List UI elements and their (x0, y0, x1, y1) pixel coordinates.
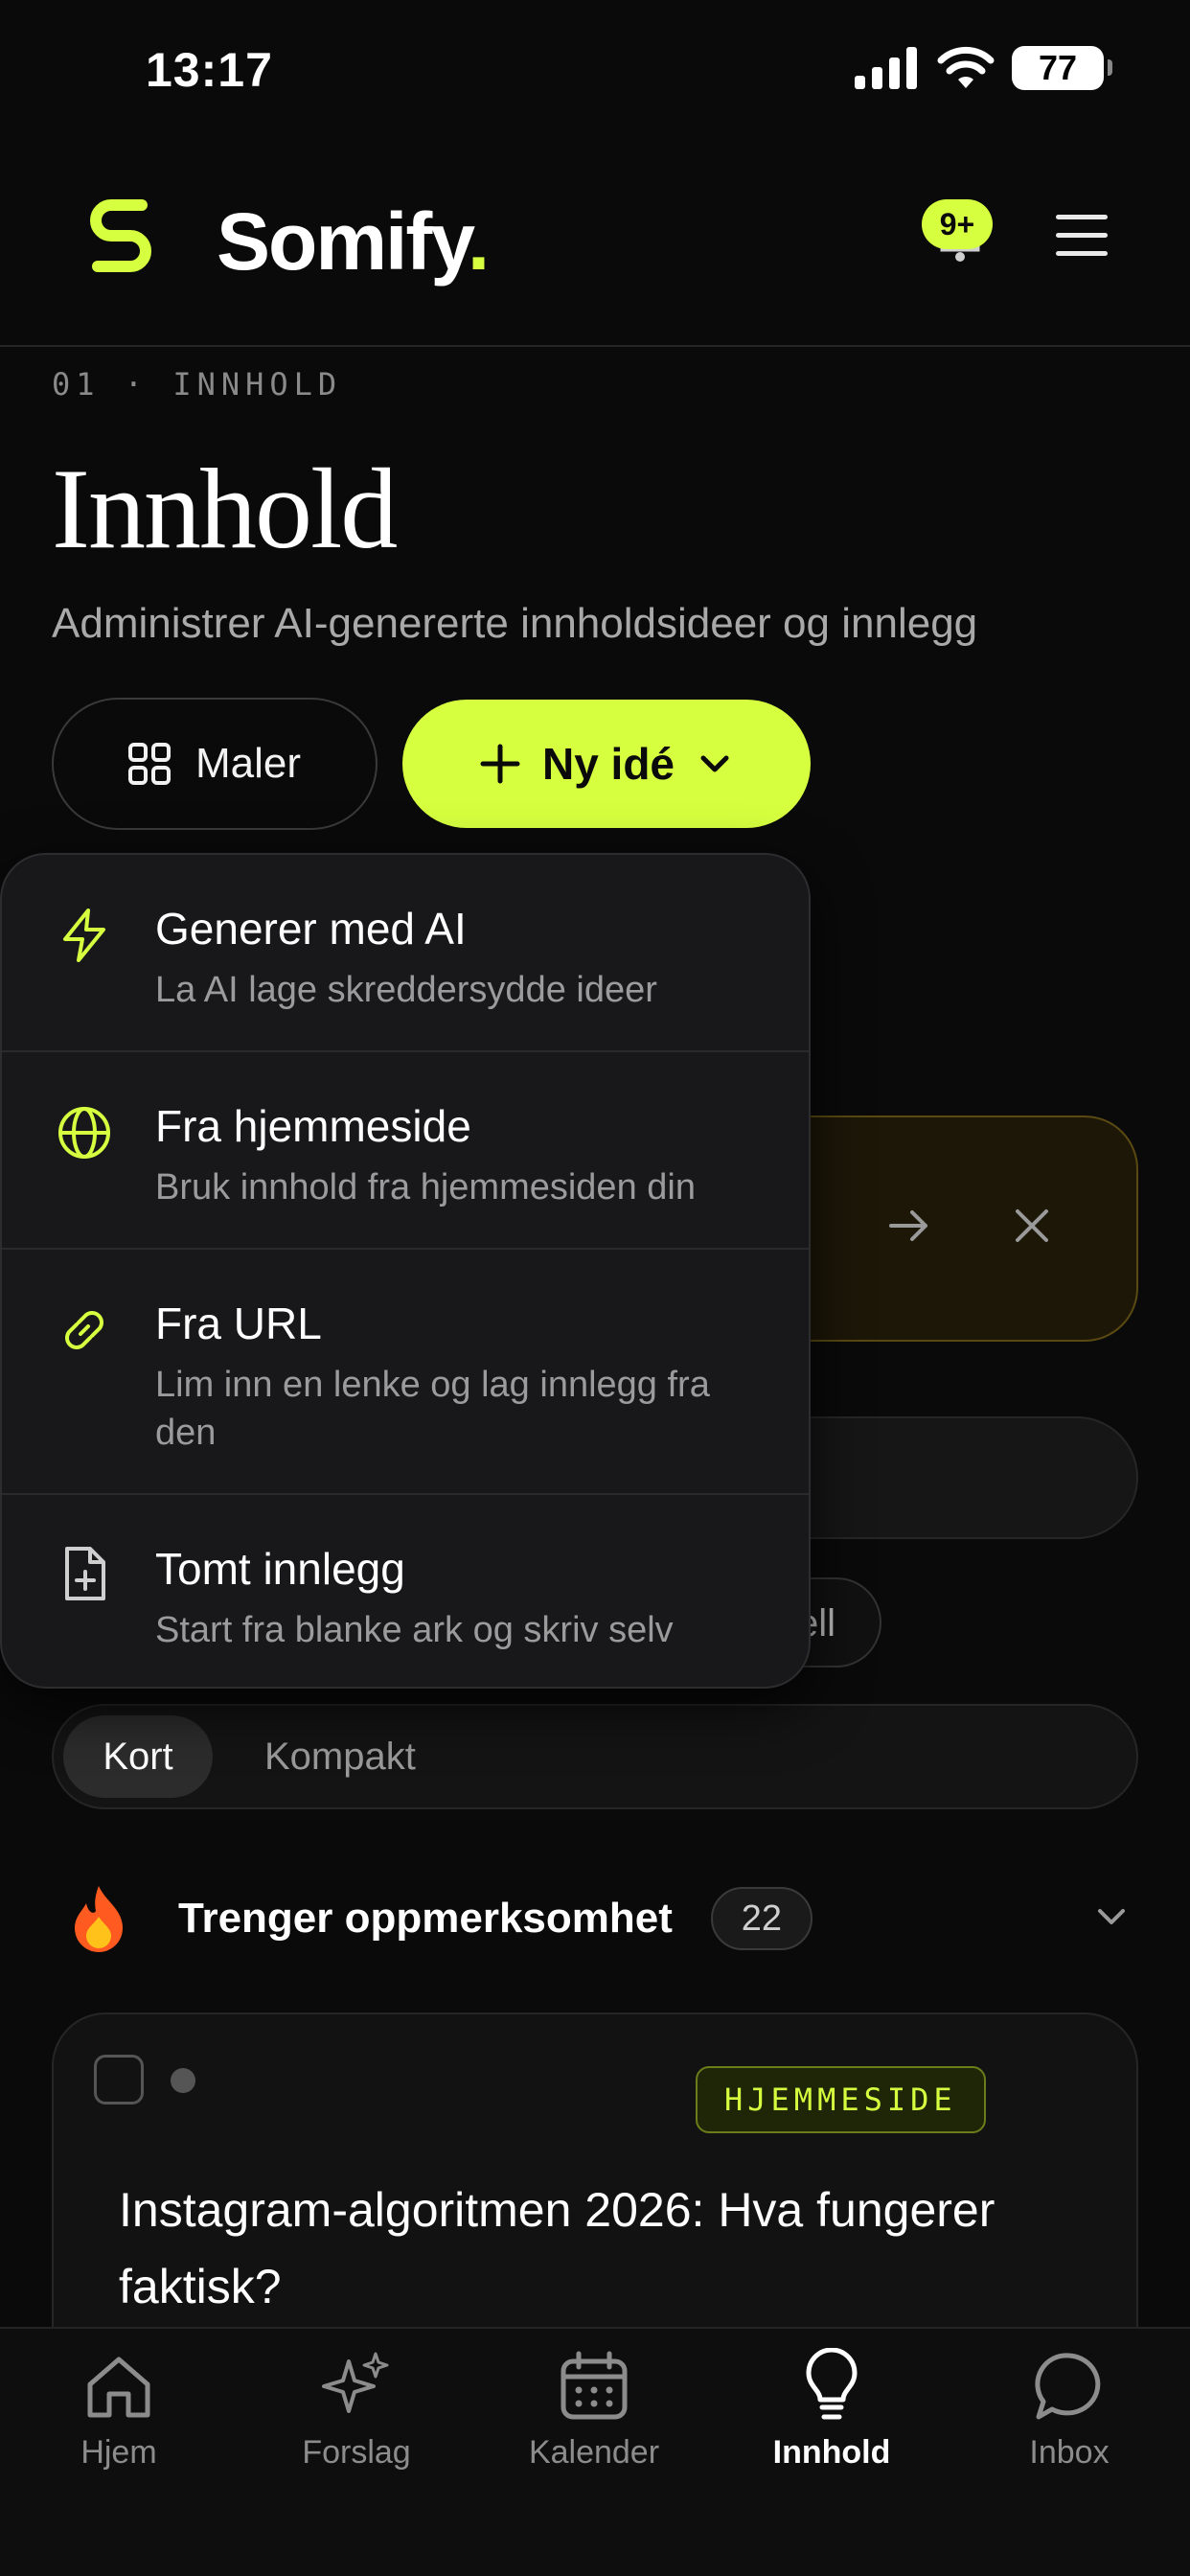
page-title: Innhold (52, 445, 398, 572)
source-badge: HJEMMESIDE (696, 2066, 986, 2133)
chat-icon (1035, 2353, 1101, 2420)
nav-item-home[interactable]: Hjem (4, 2348, 234, 2472)
menu-item-from-website[interactable]: Fra hjemmeside Bruk innhold fra hjemmesi… (2, 1052, 809, 1250)
calendar-icon (561, 2351, 628, 2420)
link-icon (65, 1311, 103, 1349)
lightning-icon (63, 908, 105, 962)
home-icon (87, 2357, 150, 2418)
battery-level: 77 (1038, 48, 1078, 87)
section-title: Trenger oppmerksomhet (178, 1895, 673, 1942)
menu-item-generate-ai[interactable]: Generer med AI La AI lage skreddersydde … (2, 855, 809, 1052)
notification-badge: 9+ (922, 199, 993, 249)
status-dot (171, 2068, 195, 2093)
fire-icon (75, 1886, 123, 1952)
nav-item-inbox[interactable]: Inbox (954, 2348, 1184, 2472)
bottom-navigation: Hjem Forslag Kalender Innhold Inbox (0, 2327, 1190, 2576)
hamburger-menu-icon[interactable] (1056, 215, 1108, 257)
nav-label: Inbox (1029, 2434, 1110, 2471)
nav-label: Kalender (528, 2434, 660, 2471)
menu-item-from-url[interactable]: Fra URL Lim inn en lenke og lag innlegg … (2, 1250, 809, 1495)
templates-button[interactable]: Maler (52, 698, 378, 830)
menu-item-desc: Lim inn en lenke og lag innlegg fra den (155, 1365, 710, 1453)
grid-icon (127, 743, 171, 785)
view-toggle: Kort Kompakt (52, 1704, 1138, 1809)
chevron-down-icon[interactable] (1092, 1898, 1131, 1936)
menu-item-desc: Start fra blanke ark og skriv selv (155, 1610, 674, 1650)
nav-label: Innhold (772, 2434, 891, 2471)
post-title: Instagram-algoritmen 2026: Hva fungerer … (119, 2183, 995, 2313)
plus-icon (480, 744, 520, 784)
nav-label: Forslag (302, 2434, 411, 2471)
brand-name: Somify. (217, 196, 490, 287)
wifi-icon (937, 46, 995, 88)
nav-item-suggestions[interactable]: Forslag (241, 2348, 471, 2472)
new-idea-button[interactable]: Ny idé (402, 700, 811, 828)
attention-section-header[interactable]: Trenger oppmerksomhet 22 (67, 1878, 1131, 1959)
notifications-button[interactable]: 9+ (922, 196, 998, 272)
menu-item-title: Fra hjemmeside (155, 1101, 471, 1151)
close-icon[interactable] (1010, 1204, 1054, 1248)
arrow-right-icon[interactable] (887, 1204, 931, 1248)
somify-logo-icon (90, 199, 151, 272)
file-plus-icon (65, 1547, 105, 1600)
new-idea-label: Ny idé (541, 739, 675, 789)
sparkles-icon (322, 2352, 389, 2413)
status-icons: 77 (855, 46, 1112, 90)
page-subtitle: Administrer AI-genererte innholdsideer o… (52, 600, 978, 647)
menu-item-title: Fra URL (155, 1299, 322, 1348)
select-checkbox[interactable] (94, 2055, 144, 2104)
menu-item-title: Tomt innlegg (155, 1544, 405, 1594)
view-toggle-card[interactable]: Kort (63, 1715, 213, 1798)
lightbulb-icon (806, 2348, 858, 2420)
menu-item-desc: La AI lage skreddersydde ideer (155, 970, 657, 1010)
menu-item-desc: Bruk innhold fra hjemmesiden din (155, 1167, 696, 1208)
section-eyebrow: 01 · INNHOLD (52, 366, 343, 402)
menu-item-empty-post[interactable]: Tomt innlegg Start fra blanke ark og skr… (2, 1495, 809, 1687)
status-time: 13:17 (146, 43, 273, 97)
globe-icon (58, 1107, 110, 1159)
signal-icon (855, 47, 917, 89)
view-toggle-compact[interactable]: Kompakt (264, 1715, 416, 1798)
templates-label: Maler (195, 740, 302, 787)
menu-item-title: Generer med AI (155, 904, 467, 954)
header-divider (0, 345, 1190, 347)
section-count-badge: 22 (710, 1887, 812, 1950)
nav-item-calendar[interactable]: Kalender (479, 2348, 709, 2472)
nav-item-content[interactable]: Innhold (717, 2348, 947, 2472)
battery-indicator: 77 (1012, 46, 1112, 90)
chevron-down-icon (700, 755, 729, 772)
new-idea-dropdown: Generer med AI La AI lage skreddersydde … (0, 853, 811, 1689)
nav-label: Hjem (80, 2434, 157, 2471)
